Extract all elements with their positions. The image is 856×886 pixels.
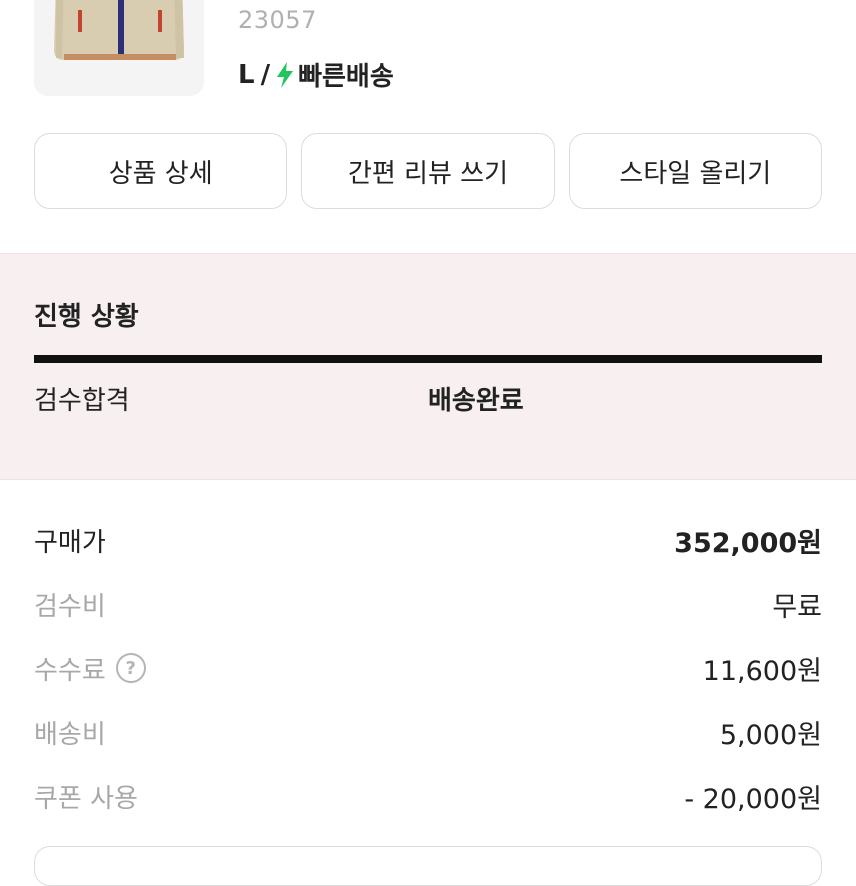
progress-section: 진행 상황 검수합격 배송완료 xyxy=(0,253,856,480)
price-row-inspection: 검수비 무료 xyxy=(34,572,822,636)
coupon-value: - 20,000원 xyxy=(684,783,822,815)
option-line: L / 빠른배송 xyxy=(238,56,394,93)
shipping-fee-label: 배송비 xyxy=(34,719,106,750)
purchase-price-value: 352,000원 xyxy=(674,527,822,559)
delivery-label: 빠른배송 xyxy=(298,62,394,92)
product-detail-button[interactable]: 상품 상세 xyxy=(34,133,288,209)
question-circle-icon[interactable]: ? xyxy=(115,653,146,683)
coupon-label: 쿠폰 사용 xyxy=(34,783,138,814)
commission-value: 11,600원 xyxy=(702,655,822,687)
step-delivered: 배송완료 xyxy=(428,386,524,416)
product-image[interactable] xyxy=(34,0,204,96)
option-separator: / xyxy=(260,59,271,90)
purchase-price-label: 구매가 xyxy=(34,527,106,558)
progress-bar xyxy=(34,355,822,363)
action-buttons: 상품 상세 간편 리뷰 쓰기 스타일 올리기 xyxy=(34,133,822,209)
price-row-commission: 수수료 ? 11,600원 xyxy=(34,636,822,700)
write-review-button[interactable]: 간편 리뷰 쓰기 xyxy=(301,133,555,209)
price-row-purchase: 구매가 352,000원 xyxy=(34,508,822,572)
step-inspection-passed: 검수합격 xyxy=(34,386,130,416)
price-row-coupon: 쿠폰 사용 - 20,000원 xyxy=(34,764,822,828)
price-breakdown: 구매가 352,000원 검수비 무료 수수료 ? 11,600원 배송비 5,… xyxy=(34,508,822,828)
inspection-fee-label: 검수비 xyxy=(34,591,106,622)
commission-label-group: 수수료 ? xyxy=(34,650,146,687)
inspection-fee-value: 무료 xyxy=(772,591,822,623)
model-number: 23057 xyxy=(238,6,317,34)
price-row-shipping: 배송비 5,000원 xyxy=(34,700,822,764)
size-label: L xyxy=(238,59,255,90)
lightning-bolt-icon xyxy=(277,61,294,88)
fleece-jacket-image xyxy=(34,0,204,96)
shipping-fee-value: 5,000원 xyxy=(719,719,822,751)
post-style-button[interactable]: 스타일 올리기 xyxy=(568,133,822,209)
product-summary: 23057 L / 빠른배송 xyxy=(0,0,856,120)
commission-label: 수수료 xyxy=(34,655,106,686)
bottom-card[interactable] xyxy=(34,846,822,886)
progress-title: 진행 상황 xyxy=(34,302,139,332)
